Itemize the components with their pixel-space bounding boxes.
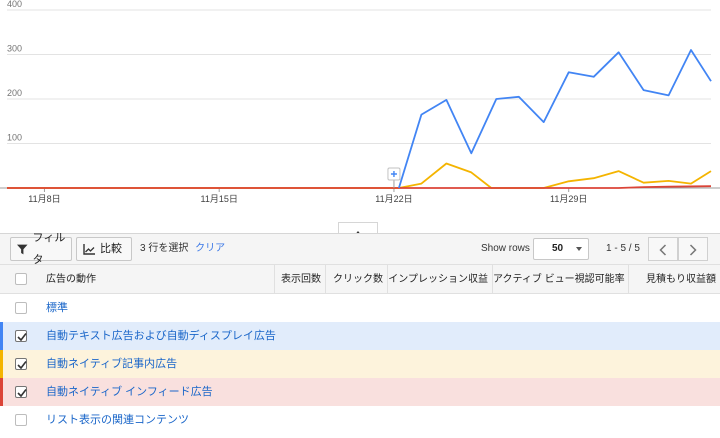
- table-row[interactable]: リスト表示の関連コンテンツ: [0, 406, 720, 434]
- series-color-stripe: [0, 294, 3, 322]
- series-line: [398, 49, 712, 189]
- series-color-stripe: [0, 322, 3, 350]
- compare-chart-icon: [83, 243, 95, 255]
- series-color-stripe: [0, 378, 3, 406]
- series-line: [7, 185, 712, 189]
- x-tick-label: 11月15日: [201, 194, 238, 204]
- performance-chart: 400 300 200 100 11月8日 11月15日 11月22日 11月29日: [0, 0, 720, 212]
- column-header-ad-behavior[interactable]: 広告の動作: [46, 265, 274, 294]
- row-checkbox[interactable]: [15, 358, 27, 370]
- table-row[interactable]: 自動ネイティブ インフィード広告: [0, 378, 720, 406]
- y-tick-label: 300: [7, 44, 22, 54]
- series-line: [7, 162, 712, 189]
- row-checkbox[interactable]: [15, 330, 27, 342]
- show-rows-label: Show rows: [481, 243, 530, 254]
- next-page-button[interactable]: [678, 237, 708, 261]
- checkmark-icon: [17, 361, 27, 370]
- row-checkbox[interactable]: [15, 302, 27, 314]
- select-all-checkbox[interactable]: [15, 273, 27, 285]
- table-row[interactable]: 標準: [0, 294, 720, 322]
- series-color-stripe: [0, 406, 3, 434]
- row-label-link[interactable]: 自動テキスト広告および自動ディスプレイ広告: [46, 322, 276, 350]
- column-header-impressions[interactable]: 表示回数: [274, 265, 325, 294]
- y-tick-label: 100: [7, 133, 22, 143]
- column-header-clicks[interactable]: クリック数: [325, 265, 387, 294]
- line-chart: 400 300 200 100 11月8日 11月15日 11月22日 11月29日: [0, 0, 720, 204]
- clear-selection-link[interactable]: クリア: [195, 243, 225, 254]
- rows-per-page-select[interactable]: 50: [533, 238, 589, 260]
- x-tick-label: 11月8日: [28, 194, 60, 204]
- table-header: 広告の動作 表示回数 クリック数 インプレッション収益 アクティブ ビュー視認可…: [0, 264, 720, 294]
- column-header-impression-revenue[interactable]: インプレッション収益: [387, 265, 492, 294]
- y-tick-label: 200: [7, 88, 22, 98]
- y-tick-label: 400: [7, 0, 22, 9]
- table-toolbar: フィルタ 比較 3 行を選択 クリア Show rows 50 1 - 5 / …: [0, 232, 720, 266]
- previous-page-button[interactable]: [648, 237, 678, 261]
- pagination-range: 1 - 5 / 5: [606, 243, 640, 254]
- selection-summary: 3 行を選択 クリア: [140, 234, 225, 264]
- table-row[interactable]: 自動テキスト広告および自動ディスプレイ広告: [0, 322, 720, 350]
- selected-count: 3 行を選択: [140, 243, 189, 254]
- dropdown-arrow-icon: [576, 247, 582, 251]
- compare-button[interactable]: 比較: [76, 237, 132, 261]
- chevron-left-icon: [659, 244, 667, 256]
- row-label-link[interactable]: 自動ネイティブ記事内広告: [46, 350, 177, 378]
- filter-icon: [17, 244, 28, 254]
- series-color-stripe: [0, 350, 3, 378]
- x-tick-label: 11月29日: [550, 194, 587, 204]
- rows-per-page-value: 50: [552, 243, 564, 254]
- checkmark-icon: [17, 333, 27, 342]
- filter-button[interactable]: フィルタ: [10, 232, 72, 266]
- compare-label: 比較: [100, 243, 122, 255]
- checkmark-icon: [17, 389, 27, 398]
- row-checkbox[interactable]: [15, 386, 27, 398]
- table-row[interactable]: 自動ネイティブ記事内広告: [0, 350, 720, 378]
- column-header-active-view-viewable[interactable]: アクティブ ビュー視認可能率: [492, 265, 628, 294]
- column-header-estimated-earnings[interactable]: 見積もり収益額: [628, 265, 720, 294]
- row-label-link[interactable]: リスト表示の関連コンテンツ: [46, 406, 189, 434]
- row-checkbox[interactable]: [15, 414, 27, 426]
- x-tick-label: 11月22日: [375, 194, 412, 204]
- row-label-link[interactable]: 標準: [46, 294, 68, 322]
- row-label-link[interactable]: 自動ネイティブ インフィード広告: [46, 378, 213, 406]
- chevron-right-icon: [689, 244, 697, 256]
